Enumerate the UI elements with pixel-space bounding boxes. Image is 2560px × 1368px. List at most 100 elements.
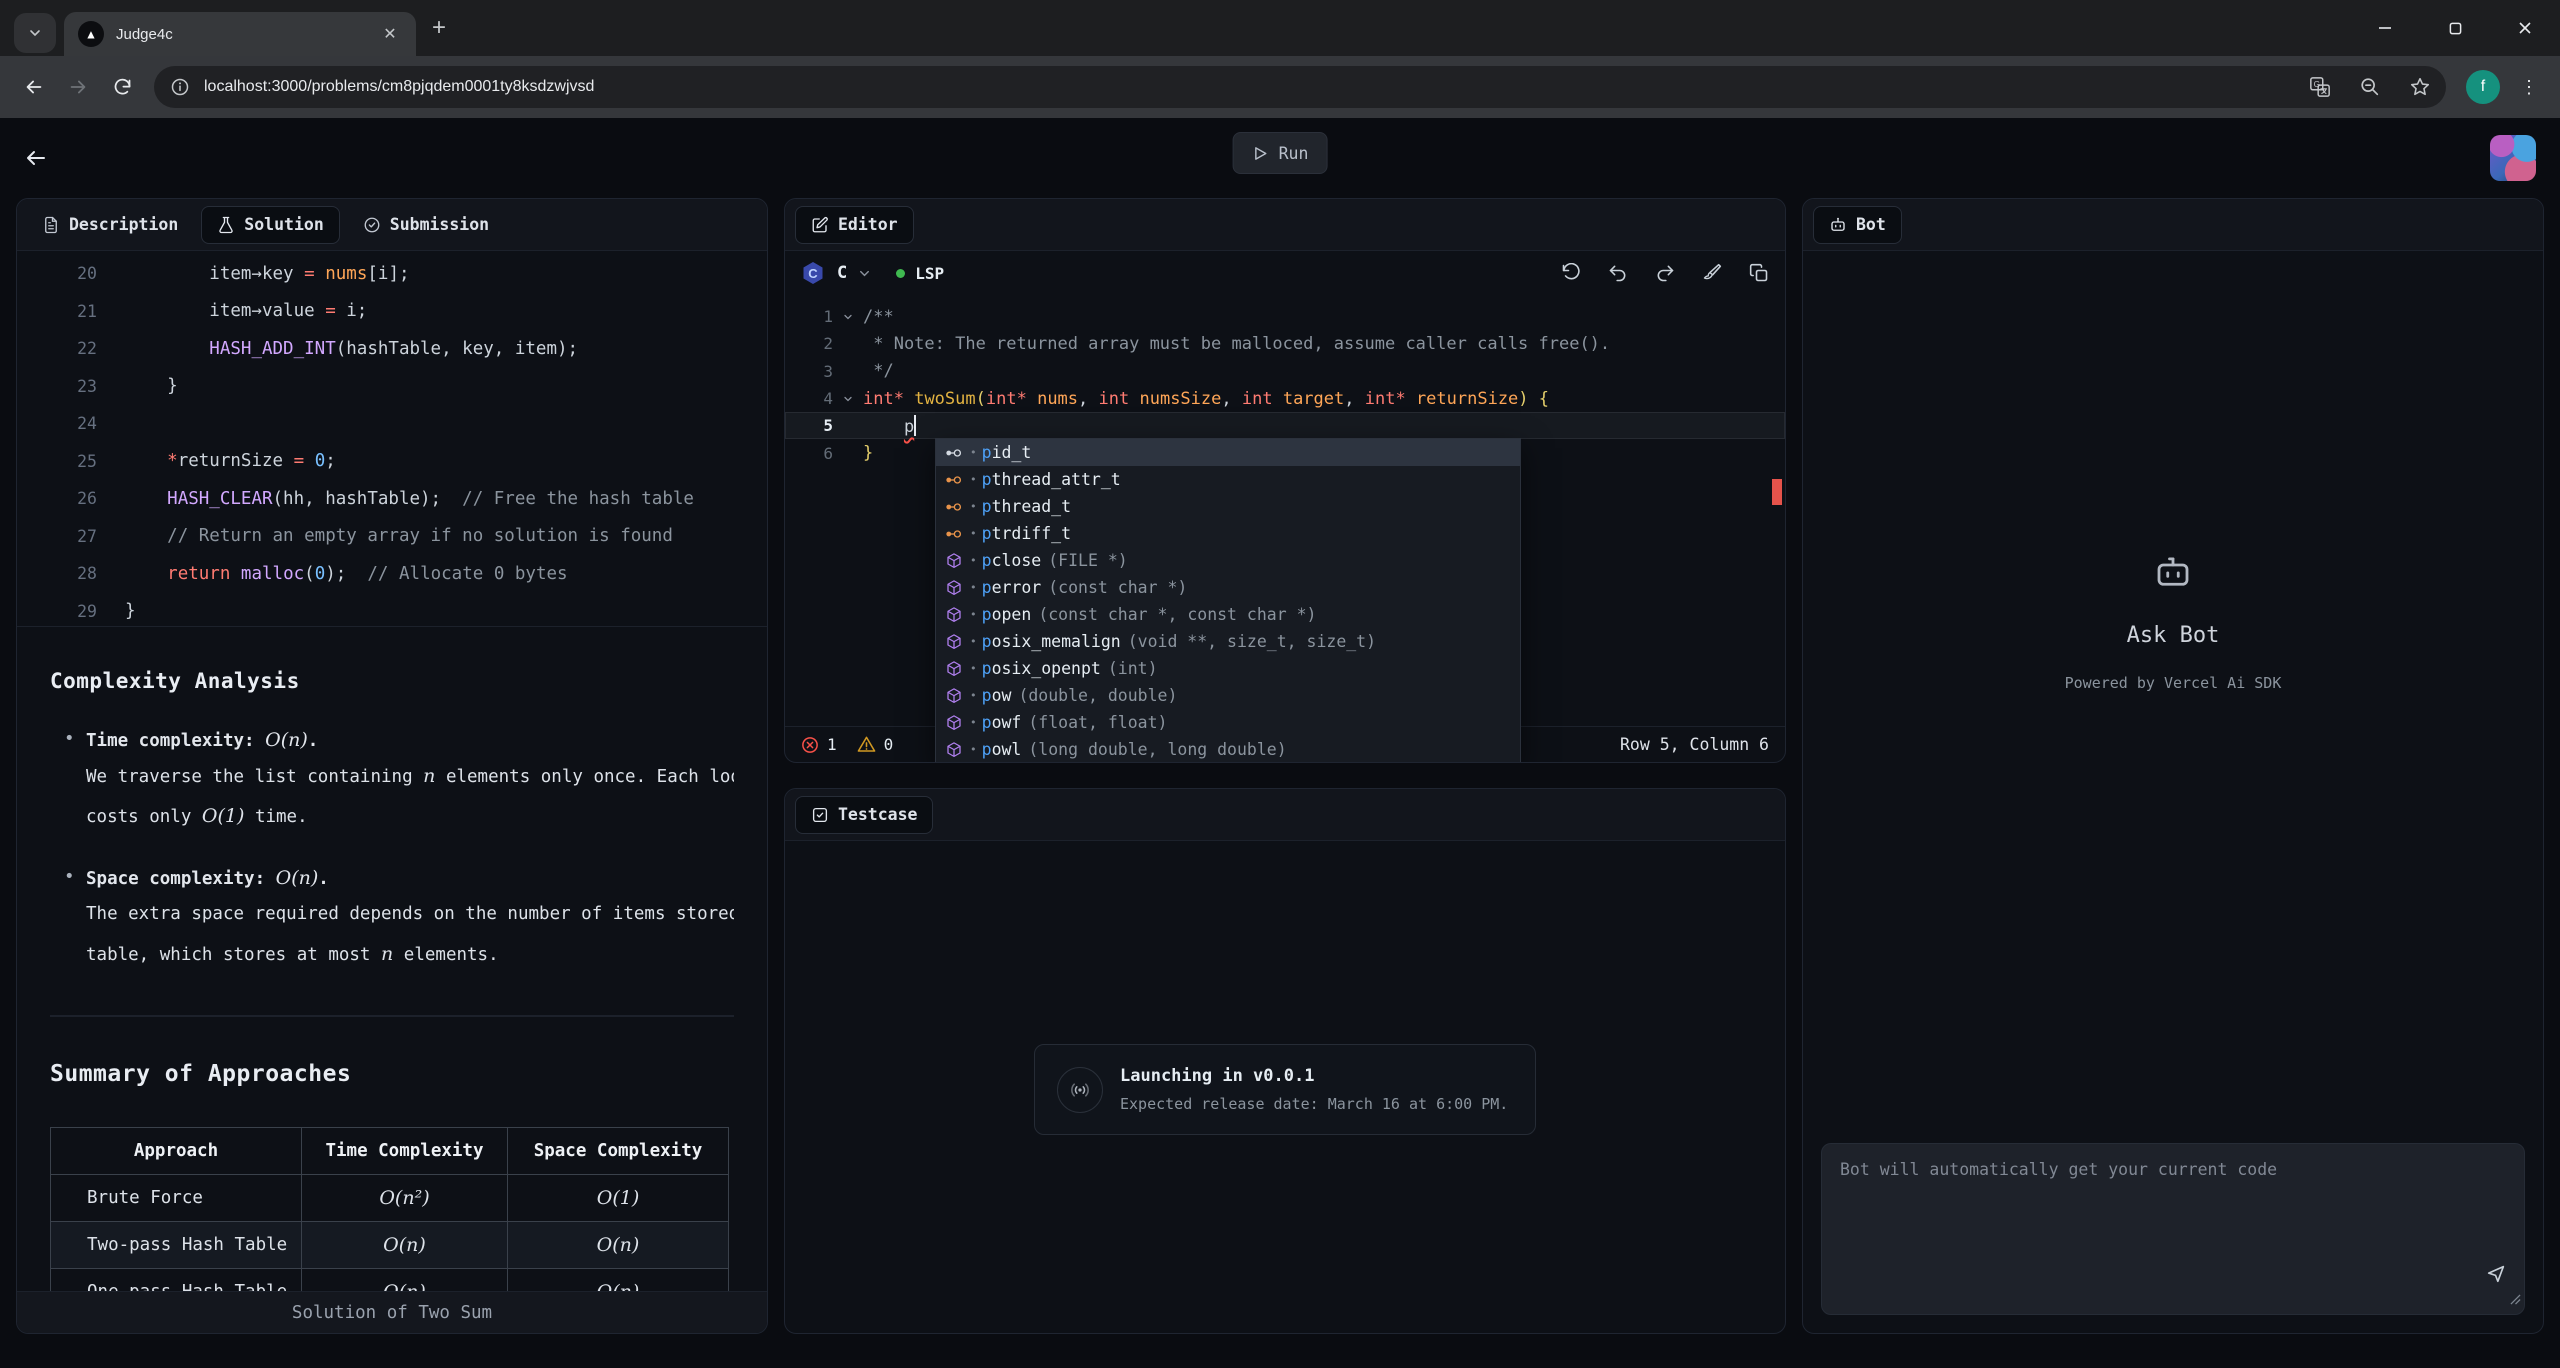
tab-editor[interactable]: Editor [795,206,914,244]
user-avatar[interactable] [2490,135,2536,181]
approaches-table: ApproachTime ComplexitySpace Complexity … [50,1127,729,1291]
bot-panel-header: Bot [1803,199,2543,251]
suggestion-item[interactable]: pthread_attr_t [936,466,1520,493]
approach-cell: Two-pass Hash Table [51,1221,302,1268]
approaches-table-header-row: ApproachTime ComplexitySpace Complexity [51,1127,729,1174]
run-button-label: Run [1279,144,1309,163]
run-button[interactable]: Run [1233,132,1328,174]
function-suggestion-icon [944,659,963,678]
redo-button[interactable] [1655,263,1675,283]
translate-button[interactable]: G [2302,69,2338,105]
function-suggestion-icon [944,551,963,570]
app-back-button[interactable] [24,146,48,170]
suggestion-item[interactable]: powf(float, float) [936,709,1520,736]
fold-chevron-icon[interactable] [833,311,863,323]
undo-button[interactable] [1608,263,1628,283]
c-language-icon: C [801,261,825,285]
reload-button[interactable] [102,67,142,107]
error-icon [801,736,819,754]
suggestion-detail: (const char *, const char *) [1038,605,1316,624]
error-marker [1772,479,1782,505]
suggestion-item[interactable]: ptrdiff_t [936,520,1520,547]
suggestion-label: ptrdiff_t [970,524,1071,543]
editor-actions [1561,263,1769,283]
close-icon [2518,21,2532,35]
suggestion-item[interactable]: perror(const char *) [936,574,1520,601]
warning-count: 0 [884,735,894,754]
warning-icon [857,735,876,754]
reload-icon [112,77,133,98]
browser-menu-button[interactable]: ⋮ [2512,77,2546,98]
approach-cell: Brute Force [51,1174,302,1221]
approach-cell: One-pass Hash Table [51,1268,302,1291]
function-suggestion-icon [944,740,963,759]
chevron-down-icon [27,25,43,41]
lsp-status-label: LSP [915,264,944,283]
forward-button[interactable] [58,67,98,107]
table-row: One-pass Hash TableO(n)O(n) [51,1268,729,1291]
zoom-button[interactable] [2352,69,2388,105]
robot-icon [2152,551,2194,593]
browser-profile-avatar[interactable]: f [2466,70,2500,104]
fold-chevron-icon[interactable] [833,393,863,405]
solution-code-line: 21 item→value = i; [17,293,767,331]
summary-heading: Summary of Approaches [50,1061,734,1087]
window-maximize-button[interactable] [2420,0,2490,56]
tab-submission[interactable]: Submission [348,206,504,244]
url-text[interactable]: localhost:3000/problems/cm8pjqdem0001ty8… [204,78,2288,96]
language-selector[interactable]: C [837,263,847,283]
complexity-cell: O(n) [302,1268,508,1291]
suggestion-item[interactable]: posix_memalign(void **, size_t, size_t) [936,628,1520,655]
tab-testcase[interactable]: Testcase [795,796,933,834]
section-divider [50,1015,734,1017]
complexity-cell: O(n) [508,1268,729,1291]
resize-handle[interactable] [2510,1290,2521,1309]
middle-column: Editor C C LSP [784,198,1786,1334]
suggestion-item[interactable]: pid_t [936,439,1520,466]
solution-code-line: 20 item→key = nums[i]; [17,255,767,293]
type-suggestion-icon [944,524,963,543]
browser-tab[interactable]: ▲ Judge4c ✕ [64,12,416,56]
suggestion-item[interactable]: posix_openpt(int) [936,655,1520,682]
tab-solution[interactable]: Solution [201,206,339,244]
suggestion-item[interactable]: pclose(FILE *) [936,547,1520,574]
bot-message-input[interactable] [1821,1143,2525,1315]
file-text-icon [42,216,60,234]
flask-icon [217,216,235,234]
tab-search-button[interactable] [14,13,56,53]
format-code-button[interactable] [1702,263,1722,283]
suggestion-item[interactable]: powl (long double, long double) [936,736,1520,763]
send-button[interactable] [2485,1263,2507,1285]
new-tab-button[interactable]: + [432,14,446,42]
suggestion-item[interactable]: popen(const char *, const char *) [936,601,1520,628]
suggestion-detail: (long double, long double) [1028,740,1286,759]
copy-code-button[interactable] [1749,263,1769,283]
suggestion-item[interactable]: pow(double, double) [936,682,1520,709]
tab-solution-label: Solution [244,215,323,234]
solution-code-block[interactable]: 20 item→key = nums[i];21 item→value = i;… [17,251,767,627]
send-icon [2485,1263,2507,1285]
chevron-down-icon[interactable] [857,266,872,281]
error-count: 1 [827,735,837,754]
window-close-button[interactable] [2490,0,2560,56]
suggestion-item[interactable]: pthread_t [936,493,1520,520]
svg-text:C: C [808,266,818,281]
address-bar[interactable]: localhost:3000/problems/cm8pjqdem0001ty8… [154,66,2446,108]
suggestion-label: posix_memalign [970,632,1121,651]
window-minimize-button[interactable] [2350,0,2420,56]
tab-close-icon[interactable]: ✕ [378,22,402,46]
editor-code-line: 5 p [785,412,1785,439]
complexity-items: •Time complexity: O(n).We traverse the l… [50,729,734,969]
bot-input-area [1803,1143,2543,1333]
reset-code-button[interactable] [1561,263,1581,283]
site-info-icon[interactable] [170,77,190,97]
bot-empty-subtitle: Powered by Vercel Ai SDK [1803,674,2543,692]
complexity-paragraph-line: costs only O(1) time. [86,801,734,831]
back-button[interactable] [14,67,54,107]
summary-section: Summary of Approaches ApproachTime Compl… [17,1061,734,1291]
suggestion-label: powl [970,740,1021,759]
bot-empty-state: Ask Bot Powered by Vercel Ai SDK [1803,551,2543,692]
tab-bot[interactable]: Bot [1813,206,1902,244]
tab-description[interactable]: Description [27,206,193,244]
bookmark-button[interactable] [2402,69,2438,105]
